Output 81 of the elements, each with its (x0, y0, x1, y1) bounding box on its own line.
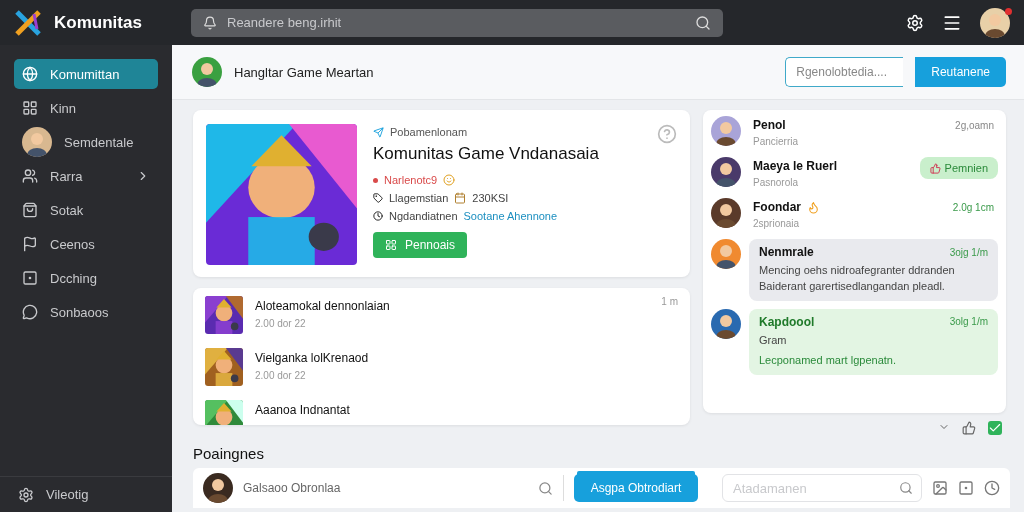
tag-icon (373, 193, 383, 203)
grid-icon (385, 239, 397, 251)
sidebar-item[interactable]: Sotak (14, 195, 158, 225)
dot-icon (373, 177, 378, 183)
send-icon (373, 126, 384, 138)
post-title[interactable]: Vielganka lolKrenaod (255, 351, 678, 365)
avatar (711, 308, 741, 339)
page-title: Hangltar Game Meartan (234, 64, 374, 80)
image-icon[interactable] (932, 480, 948, 496)
sidebar-item[interactable]: Komumittan (14, 59, 158, 89)
post-date: 2.00 dor 22 (255, 318, 307, 329)
search-field[interactable]: Rgenolobtedia.... (785, 57, 904, 87)
message-text: Mencing oehs nidroafegranter ddranden Baiderant garertisedlangandan pleadl. (759, 263, 956, 294)
people-icon (22, 168, 38, 184)
stat-text: Narlenotc9 (384, 174, 438, 186)
tag-label: Pobamenlonam (390, 126, 468, 138)
avatar (192, 57, 222, 87)
message-time: 2g,oamn (955, 119, 994, 131)
search-icon[interactable] (538, 480, 553, 496)
square-icon[interactable] (958, 480, 974, 496)
stat-text: Llagemstian (389, 192, 449, 204)
bag-icon (22, 202, 38, 218)
flag-icon (22, 236, 38, 252)
clock-icon[interactable] (984, 480, 1000, 496)
stat-text: Ngdandiatnen (389, 210, 458, 222)
square-icon (22, 270, 38, 286)
follow-button[interactable]: Pemnien (919, 157, 998, 179)
message-text: Lecponamed mart lgpenatn. (759, 352, 897, 368)
link[interactable]: Sootane Ahennone (463, 210, 558, 222)
thumbs-up-icon[interactable] (962, 421, 976, 435)
message-text: Gram (759, 332, 788, 348)
globe-icon (22, 66, 38, 82)
settings-icon[interactable] (906, 13, 924, 32)
search-icon[interactable] (695, 14, 711, 31)
contact-name: Maeya le Ruerl (753, 159, 838, 173)
chat-icon (22, 304, 38, 320)
contact-name: Penol (753, 118, 786, 132)
post-title[interactable]: Aaanoa Indnantat (255, 403, 678, 417)
contact-status: 2sprionaia (753, 218, 801, 229)
composer-name: Galsaoo Obronlaa (243, 481, 342, 495)
contact-name: Foondar (753, 200, 801, 214)
bell-icon (203, 15, 217, 30)
app-name: Komunitas (54, 12, 142, 33)
sidebar-item[interactable]: Kinn (14, 93, 158, 123)
settings-item[interactable]: Vileotig (0, 476, 172, 512)
smile-icon (443, 174, 456, 186)
gear-icon (18, 486, 34, 503)
sender-name: Kapdoool (759, 314, 815, 329)
message-time: 3ojg 1/m (949, 246, 988, 258)
logo-icon (14, 8, 42, 37)
sidebar-item[interactable]: Dcching (14, 263, 158, 293)
section-title: Poaingnes (192, 444, 265, 462)
avatar (203, 473, 233, 503)
avatar (22, 127, 52, 157)
post-date: 2.00 dor 22 (255, 370, 307, 381)
sidebar-item[interactable]: Semdentale (14, 127, 158, 157)
search-icon (899, 481, 913, 495)
check-icon[interactable] (988, 421, 1002, 435)
message-time: 2.0g 1cm (952, 201, 994, 213)
thumbs-up-icon (929, 162, 941, 174)
stat-value: 230KSI (472, 192, 509, 204)
avatar (711, 239, 741, 269)
avatar (711, 116, 741, 146)
avatar (711, 157, 741, 187)
post-title[interactable]: Aloteamokal dennonlaian (255, 299, 650, 313)
grid-icon (22, 100, 38, 116)
calendar-icon (454, 192, 467, 204)
avatar (980, 7, 1010, 38)
contact-status: Pancierria (753, 136, 800, 147)
sidebar-item[interactable]: Rarra (14, 161, 158, 191)
sender-name: Nenmrale (759, 245, 814, 259)
sidebar-item[interactable]: Ceenos (14, 229, 158, 259)
post-time: 1 m (661, 296, 678, 307)
contact-status: Pasnorola (753, 177, 800, 188)
sidebar-item[interactable]: Sonbaoos (14, 297, 158, 327)
message-time: 3olg 1/m (949, 316, 988, 328)
community-title: Komunitas Game Vndanasaia (373, 144, 599, 164)
clock-icon (373, 211, 383, 221)
search-bar[interactable]: Reandere beng.irhit (191, 8, 723, 37)
avatar (711, 198, 741, 228)
search-input[interactable]: Reandere beng.irhit (225, 14, 687, 31)
